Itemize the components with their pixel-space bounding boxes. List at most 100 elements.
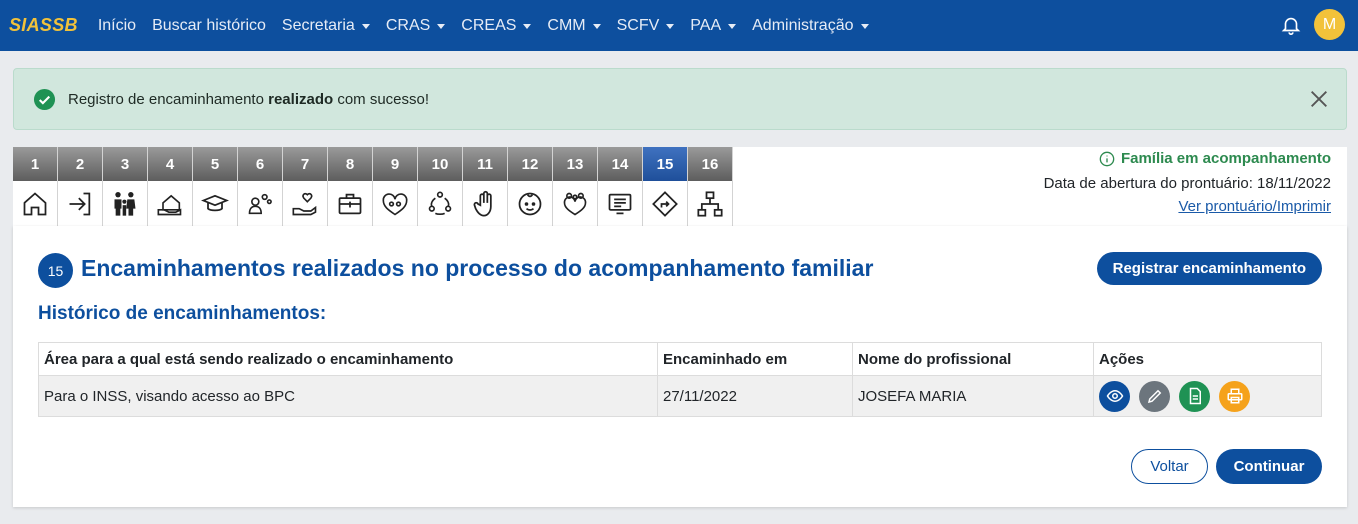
column-header: Área para a qual está sendo realizado o … — [38, 342, 658, 376]
nav-item-inicio[interactable]: Início — [90, 0, 144, 51]
alert-text-part: Registro de encaminhamento — [68, 90, 269, 108]
tab-number: 16 — [688, 147, 732, 181]
print-button[interactable] — [1219, 380, 1250, 412]
tab-step-4[interactable]: 4 — [148, 147, 193, 226]
column-header: Encaminhado em — [657, 342, 853, 376]
nav-item-cmm[interactable]: CMM — [539, 0, 608, 51]
person-gears-icon — [248, 193, 272, 214]
medical-kit-icon — [338, 193, 362, 214]
alert-text-part: com sucesso! — [333, 90, 430, 108]
home-icon — [23, 191, 47, 215]
printer-icon — [1227, 388, 1242, 404]
view-button[interactable] — [1099, 380, 1130, 412]
tab-number: 6 — [238, 147, 282, 181]
view-record-link[interactable]: Ver prontuário/Imprimir — [1178, 198, 1331, 215]
success-alert: Registro de encaminhamento realizado com… — [13, 68, 1347, 130]
step-tabs: 1 2 3 4 5 6 7 8 9 10 11 12 13 14 15 16 — [13, 147, 733, 226]
alert-message: Registro de encaminhamento realizado com… — [68, 91, 429, 108]
eye-icon — [1106, 389, 1123, 403]
tab-number: 8 — [328, 147, 372, 181]
family-icon — [114, 191, 136, 216]
nav-item-buscar-historico[interactable]: Buscar histórico — [144, 0, 274, 51]
nav-item-paa[interactable]: PAA — [682, 0, 744, 51]
tab-step-10[interactable]: 10 — [418, 147, 463, 226]
brand-logo[interactable]: SIASSB — [9, 15, 78, 36]
bell-icon[interactable] — [1280, 13, 1302, 37]
caret-down-icon — [523, 23, 532, 29]
edit-button[interactable] — [1139, 380, 1170, 412]
nav-item-scfv[interactable]: SCFV — [609, 0, 683, 51]
nav-item-creas[interactable]: CREAS — [453, 0, 539, 51]
cell-actions — [1093, 375, 1322, 417]
top-navbar: SIASSB Início Buscar histórico Secretari… — [0, 0, 1358, 51]
tab-number: 5 — [193, 147, 237, 181]
cell-area: Para o INSS, visando acesso ao BPC — [38, 375, 658, 417]
column-header: Ações — [1093, 342, 1322, 376]
info-circle-icon — [1099, 151, 1115, 166]
back-button[interactable]: Voltar — [1131, 449, 1208, 484]
tab-step-1[interactable]: 1 — [13, 147, 58, 226]
opening-date: Data de abertura do prontuário: 18/11/20… — [1043, 175, 1331, 192]
people-heart-icon — [382, 192, 408, 215]
tab-step-6[interactable]: 6 — [238, 147, 283, 226]
tab-step-14[interactable]: 14 — [598, 147, 643, 226]
close-icon[interactable] — [1308, 88, 1330, 110]
row-actions — [1099, 380, 1316, 412]
tab-step-12[interactable]: 12 — [508, 147, 553, 226]
nav-label: PAA — [690, 16, 722, 34]
avatar[interactable]: M — [1314, 9, 1345, 40]
nav-right: M — [1280, 9, 1345, 40]
nav-label: Início — [97, 16, 137, 34]
tab-step-5[interactable]: 5 — [193, 147, 238, 226]
tab-number: 7 — [283, 147, 327, 181]
sign-in-icon — [69, 192, 91, 215]
nav-item-secretaria[interactable]: Secretaria — [274, 0, 378, 51]
nav-label: CRAS — [385, 16, 431, 34]
tab-number: 11 — [463, 147, 507, 181]
tab-step-7[interactable]: 7 — [283, 147, 328, 226]
tab-number: 10 — [418, 147, 462, 181]
nav-item-administracao[interactable]: Administração — [744, 0, 876, 51]
nav-item-cras[interactable]: CRAS — [378, 0, 453, 51]
tab-step-13[interactable]: 13 — [553, 147, 598, 226]
hand-stop-icon — [473, 190, 492, 217]
document-button[interactable] — [1179, 380, 1210, 412]
tab-step-11[interactable]: 11 — [463, 147, 508, 226]
continue-button[interactable]: Continuar — [1216, 449, 1322, 484]
caret-down-icon — [728, 23, 737, 29]
nav-label: Buscar histórico — [152, 16, 266, 34]
family-status: Família em acompanhamento — [1099, 150, 1331, 167]
tab-step-8[interactable]: 8 — [328, 147, 373, 226]
tab-step-16[interactable]: 16 — [688, 147, 733, 226]
tab-number: 14 — [598, 147, 642, 181]
column-header: Nome do profissional — [852, 342, 1094, 376]
tab-step-9[interactable]: 9 — [373, 147, 418, 226]
tab-number: 2 — [58, 147, 102, 181]
cell-date: 27/11/2022 — [657, 375, 853, 417]
tab-number: 1 — [13, 147, 57, 181]
referrals-card: 15 Encaminhamentos realizados no process… — [13, 226, 1347, 507]
section-subtitle: Histórico de encaminhamentos: — [38, 303, 327, 324]
house-hand-icon — [157, 194, 182, 215]
tab-step-2[interactable]: 2 — [58, 147, 103, 226]
nav-label: CREAS — [461, 16, 517, 34]
caret-down-icon — [361, 23, 370, 29]
presentation-icon — [608, 193, 632, 214]
caret-down-icon — [666, 23, 675, 29]
graduation-cap-icon — [201, 194, 229, 211]
tab-step-15[interactable]: 15 — [643, 147, 688, 226]
child-face-icon — [518, 192, 542, 215]
document-icon — [1189, 387, 1201, 405]
nav-label: CMM — [547, 16, 586, 34]
tab-number: 13 — [553, 147, 597, 181]
family-status-text: Família em acompanhamento — [1120, 150, 1331, 167]
tab-step-3[interactable]: 3 — [103, 147, 148, 226]
tab-number: 9 — [373, 147, 417, 181]
caret-down-icon — [860, 23, 869, 29]
family-heart-icon — [563, 192, 587, 215]
caret-down-icon — [437, 23, 446, 29]
nav-label: Secretaria — [281, 16, 355, 34]
referrals-table: Área para a qual está sendo realizado o … — [38, 342, 1322, 417]
check-circle-icon — [33, 88, 56, 110]
register-referral-button[interactable]: Registrar encaminhamento — [1096, 252, 1322, 285]
